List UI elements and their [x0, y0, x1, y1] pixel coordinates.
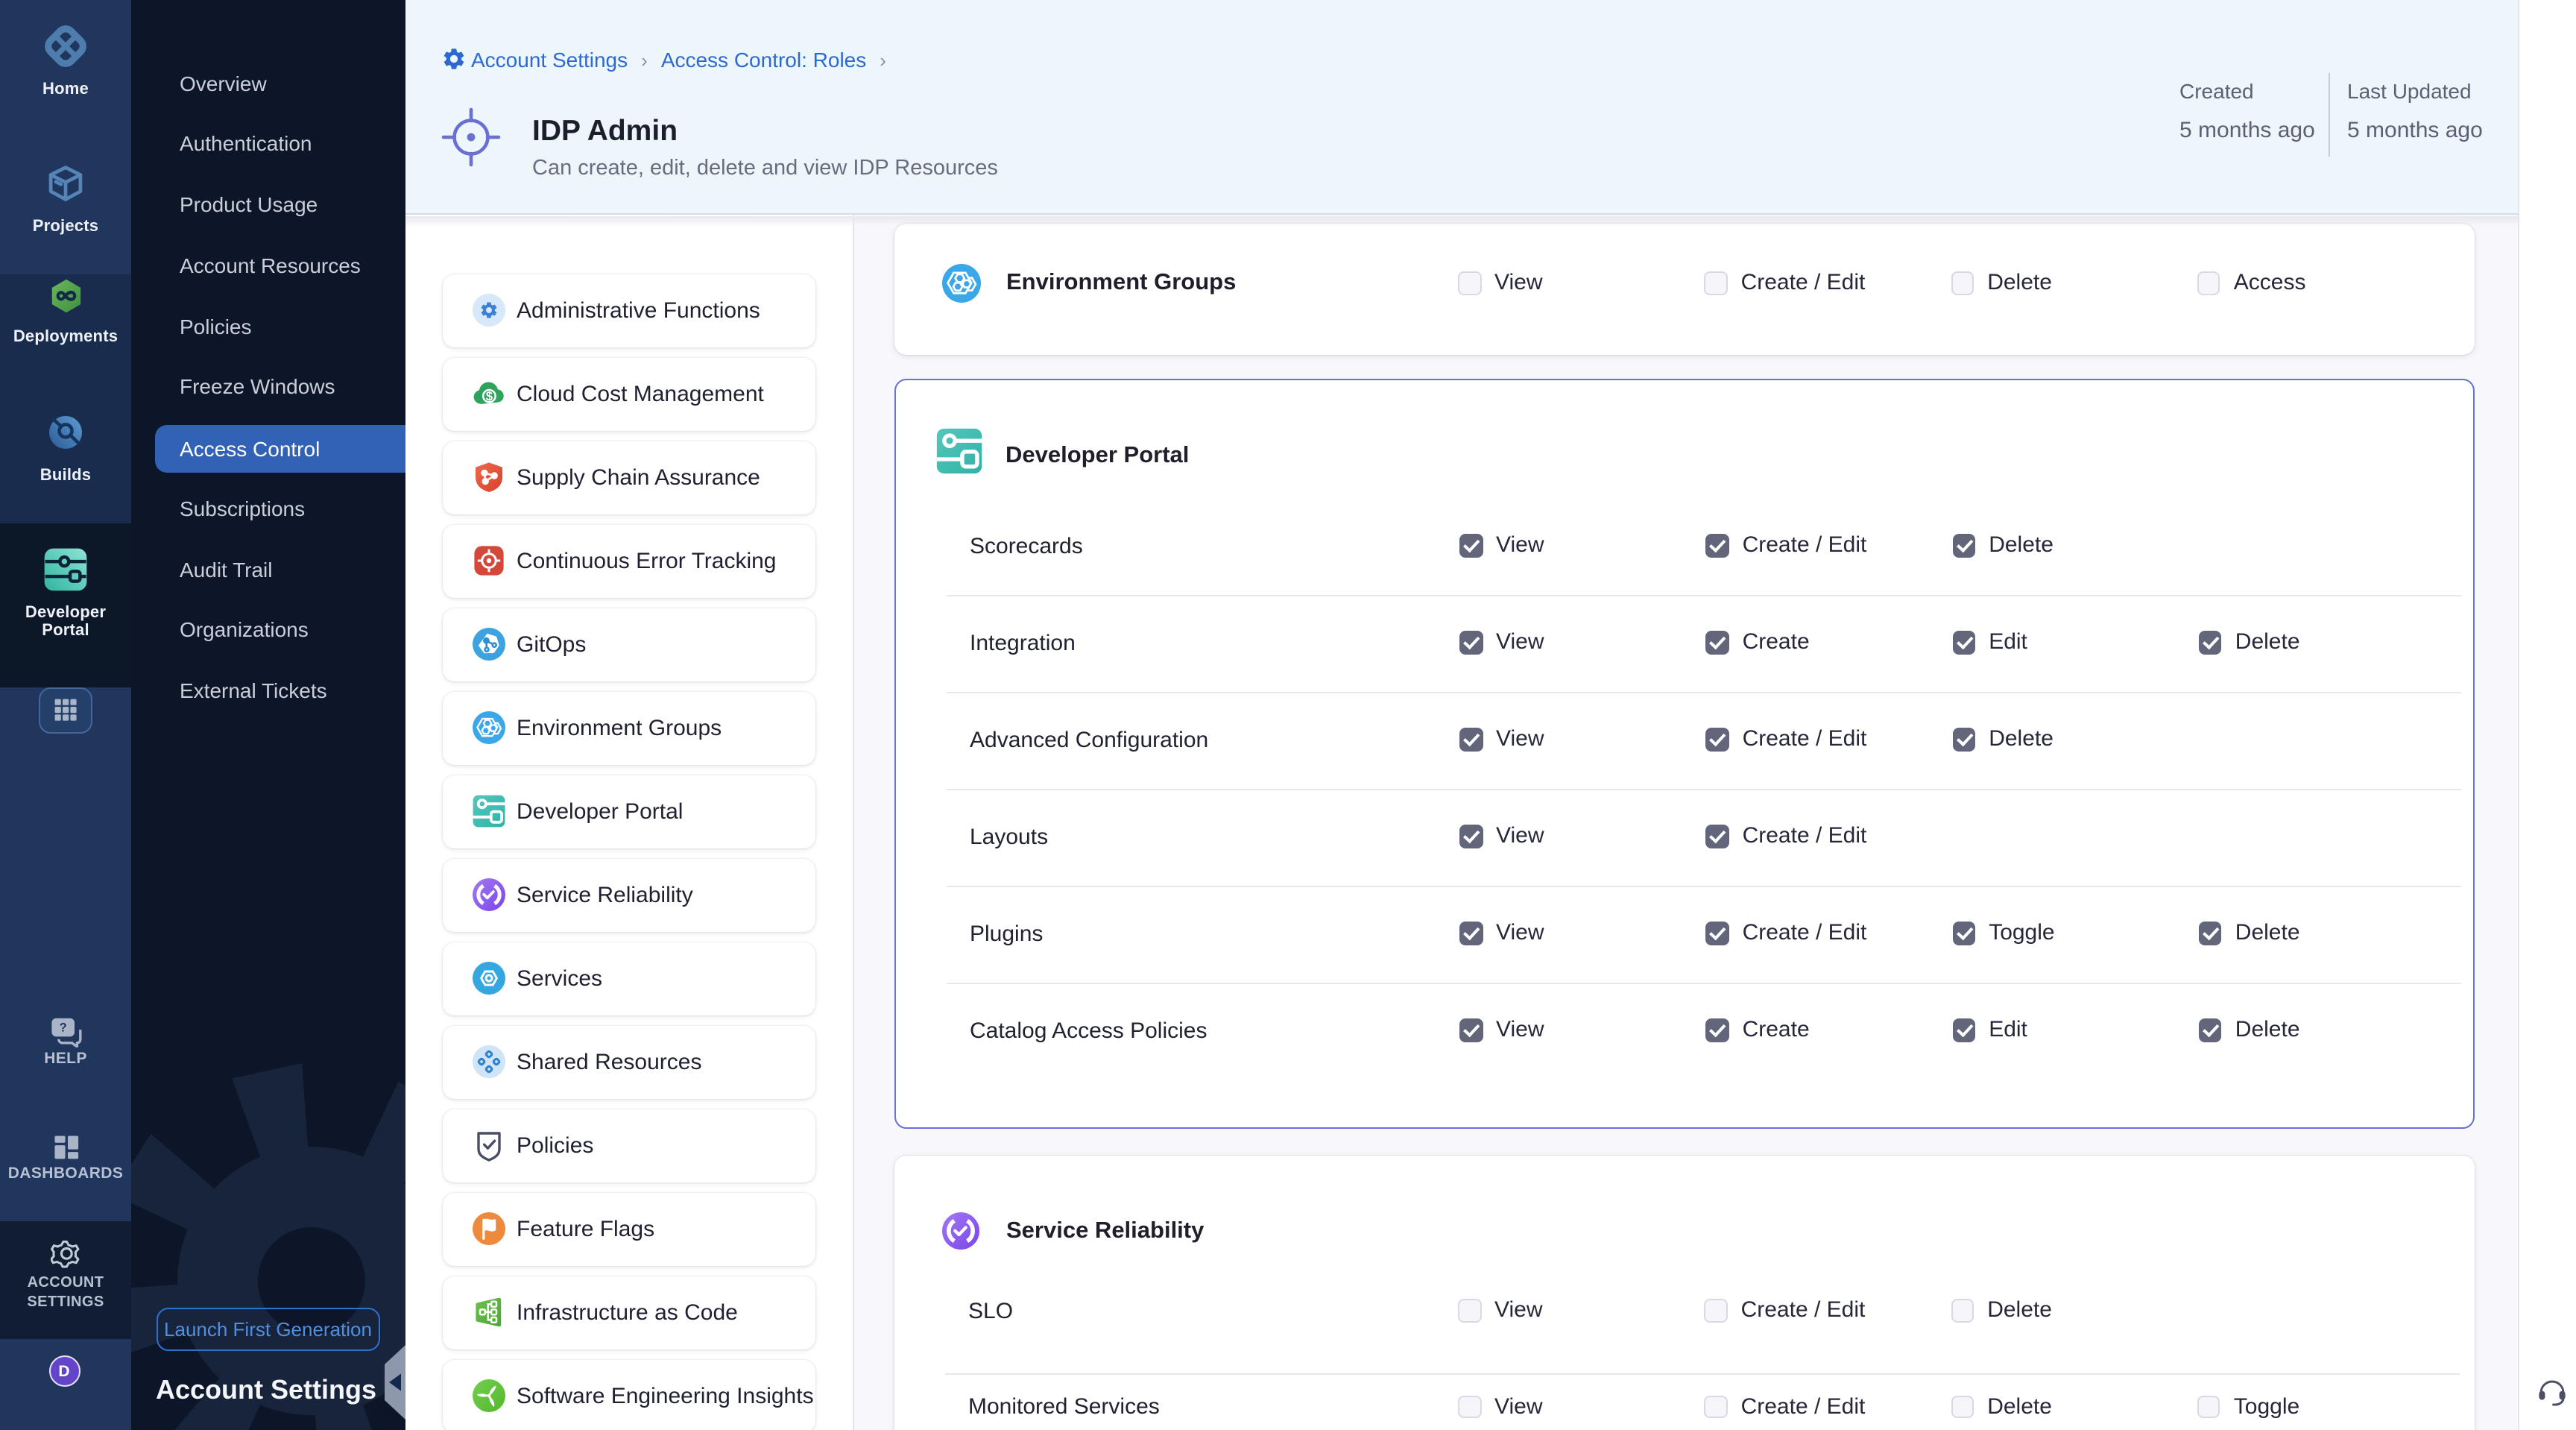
svg-text:$: $ — [486, 389, 493, 403]
svg-text:?: ? — [60, 1021, 67, 1035]
